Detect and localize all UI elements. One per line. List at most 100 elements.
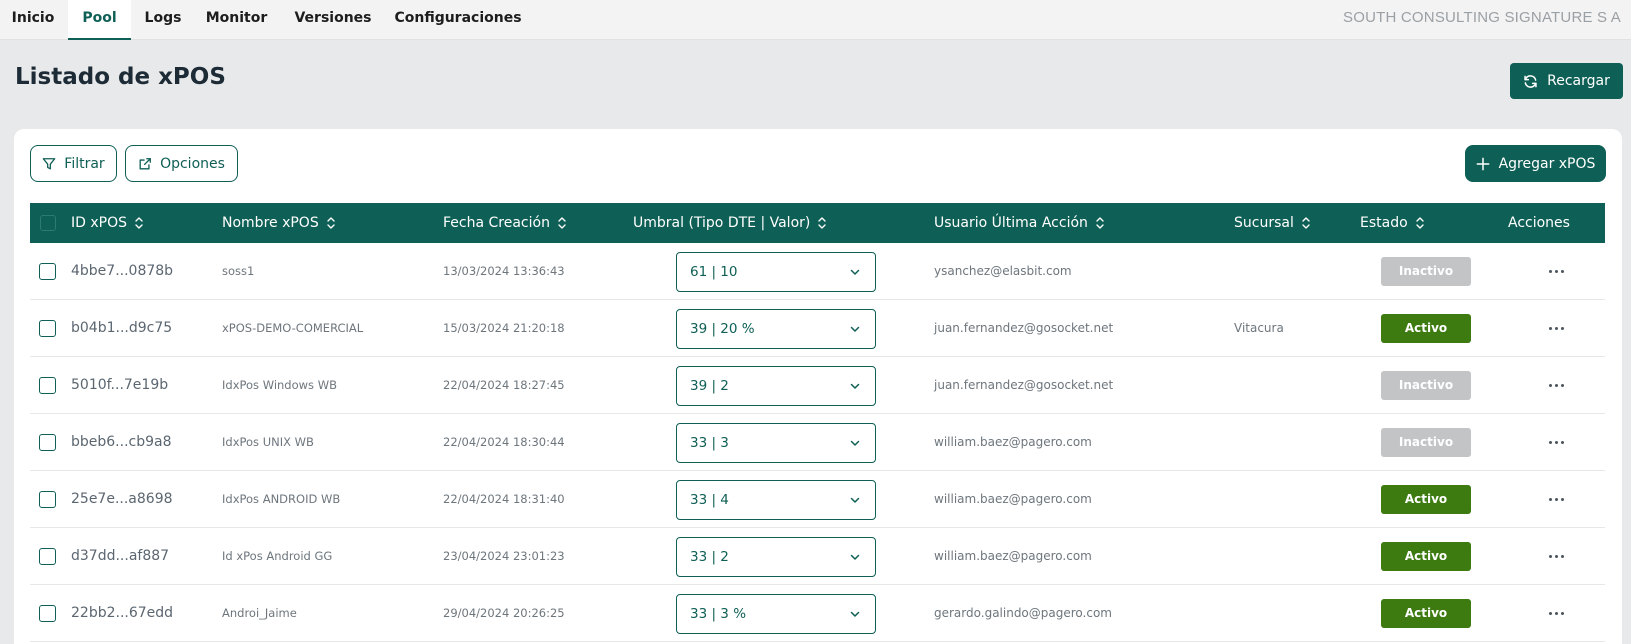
xpos-name: xPOS-DEMO-COMERCIAL [222, 321, 364, 335]
xpos-name: IdxPos ANDROID WB [222, 492, 341, 506]
tab-pool[interactable]: Pool [68, 0, 131, 40]
top-nav: Inicio Pool Logs Monitor Versiones Confi… [0, 0, 1631, 40]
table-row: d37dd...af887 Id xPos Android GG 23/04/2… [30, 528, 1605, 585]
xpos-name: Id xPos Android GG [222, 549, 333, 563]
more-actions-icon[interactable] [1544, 603, 1568, 623]
more-actions-icon[interactable] [1544, 318, 1568, 338]
add-xpos-label: Agregar xPOS [1498, 155, 1596, 172]
more-actions-icon[interactable] [1544, 489, 1568, 509]
more-actions-icon[interactable] [1544, 432, 1568, 452]
company-name: SOUTH CONSULTING SIGNATURE S A [1343, 9, 1621, 26]
sort-icon [818, 217, 827, 229]
creation-date: 29/04/2024 20:26:25 [443, 606, 565, 620]
row-checkbox[interactable] [39, 263, 56, 280]
col-id[interactable]: ID xPOS [71, 203, 144, 243]
filter-icon [42, 157, 56, 169]
col-actions-label: Acciones [1508, 215, 1570, 231]
col-state-label: Estado [1360, 215, 1408, 231]
umbral-select[interactable]: 61 | 10 [676, 252, 876, 292]
last-action-user: juan.fernandez@gosocket.net [934, 378, 1114, 392]
more-actions-icon[interactable] [1544, 546, 1568, 566]
table-row: 25e7e...a8698 IdxPos ANDROID WB 22/04/20… [30, 471, 1605, 528]
col-user[interactable]: Usuario Última Acción [934, 203, 1105, 243]
last-action-user: juan.fernandez@gosocket.net [934, 321, 1114, 335]
umbral-value: 39 | 20 % [690, 321, 755, 337]
col-date[interactable]: Fecha Creación [443, 203, 567, 243]
creation-date: 22/04/2024 18:30:44 [443, 435, 565, 449]
last-action-user: william.baez@pagero.com [934, 549, 1092, 563]
creation-date: 23/04/2024 23:01:23 [443, 549, 565, 563]
umbral-select[interactable]: 39 | 2 [676, 366, 876, 406]
last-action-user: william.baez@pagero.com [934, 435, 1092, 449]
tab-logs[interactable]: Logs [131, 0, 195, 40]
col-umbral[interactable]: Umbral (Tipo DTE | Valor) [633, 203, 827, 243]
sort-icon [327, 217, 335, 229]
col-user-label: Usuario Última Acción [934, 215, 1088, 231]
last-action-user: ysanchez@elasbit.com [934, 264, 1072, 278]
status-badge: Inactivo [1381, 257, 1471, 286]
status-badge: Activo [1381, 599, 1471, 628]
col-umbral-label: Umbral (Tipo DTE | Valor) [633, 215, 811, 231]
tab-monitor[interactable]: Monitor [199, 0, 274, 40]
row-checkbox[interactable] [39, 320, 56, 337]
umbral-value: 33 | 3 [690, 435, 729, 451]
umbral-select[interactable]: 33 | 3 % [676, 594, 876, 634]
row-checkbox[interactable] [39, 434, 56, 451]
select-all-checkbox[interactable] [40, 215, 56, 231]
filter-label: Filtrar [64, 155, 105, 172]
row-checkbox[interactable] [39, 605, 56, 622]
add-xpos-button[interactable]: Agregar xPOS [1465, 145, 1606, 182]
umbral-select[interactable]: 33 | 3 [676, 423, 876, 463]
refresh-icon [1524, 74, 1537, 88]
umbral-select[interactable]: 33 | 2 [676, 537, 876, 577]
branch: Vitacura [1234, 321, 1284, 335]
options-label: Opciones [160, 155, 225, 172]
status-badge: Activo [1381, 485, 1471, 514]
status-badge: Inactivo [1381, 428, 1471, 457]
xpos-id: 4bbe7...0878b [71, 263, 174, 279]
xpos-id: b04b1...d9c75 [71, 320, 173, 336]
xpos-id: 5010f...7e19b [71, 377, 169, 393]
table-row: 4bbe7...0878b soss1 13/03/2024 13:36:43 … [30, 243, 1605, 300]
sort-icon [1415, 217, 1424, 229]
chevron-down-icon [850, 440, 860, 446]
umbral-value: 39 | 2 [690, 378, 729, 394]
reload-button[interactable]: Recargar [1510, 63, 1623, 99]
tab-inicio[interactable]: Inicio [0, 0, 66, 40]
xpos-id: bbeb6...cb9a8 [71, 434, 172, 450]
status-badge: Activo [1381, 314, 1471, 343]
col-branch[interactable]: Sucursal [1234, 203, 1311, 243]
col-branch-label: Sucursal [1234, 215, 1294, 231]
creation-date: 13/03/2024 13:36:43 [443, 264, 565, 278]
row-checkbox[interactable] [39, 377, 56, 394]
chevron-down-icon [850, 383, 860, 389]
filter-button[interactable]: Filtrar [30, 145, 117, 182]
table-header: ID xPOS Nombre xPOS Fecha Creación Umbra… [30, 203, 1605, 243]
umbral-value: 33 | 4 [690, 492, 729, 508]
umbral-value: 61 | 10 [690, 264, 738, 280]
col-name[interactable]: Nombre xPOS [222, 203, 336, 243]
umbral-select[interactable]: 39 | 20 % [676, 309, 876, 349]
row-checkbox[interactable] [39, 491, 56, 508]
tab-configuraciones[interactable]: Configuraciones [394, 0, 522, 40]
table-row: 5010f...7e19b IdxPos Windows WB 22/04/20… [30, 357, 1605, 414]
row-checkbox[interactable] [39, 548, 56, 565]
page-title: Listado de xPOS [15, 64, 226, 90]
umbral-select[interactable]: 33 | 4 [676, 480, 876, 520]
xpos-name: IdxPos UNIX WB [222, 435, 314, 449]
more-actions-icon[interactable] [1544, 375, 1568, 395]
xpos-name: soss1 [222, 264, 255, 278]
col-actions: Acciones [1508, 203, 1570, 243]
chevron-down-icon [850, 326, 860, 332]
xpos-name: IdxPos Windows WB [222, 378, 337, 392]
col-state[interactable]: Estado [1360, 203, 1425, 243]
umbral-value: 33 | 2 [690, 549, 729, 565]
creation-date: 22/04/2024 18:31:40 [443, 492, 565, 506]
chevron-down-icon [850, 554, 860, 560]
options-button[interactable]: Opciones [125, 145, 238, 182]
more-actions-icon[interactable] [1544, 261, 1568, 281]
creation-date: 15/03/2024 21:20:18 [443, 321, 565, 335]
sort-icon [1302, 217, 1310, 229]
xpos-id: d37dd...af887 [71, 548, 170, 564]
tab-versiones[interactable]: Versiones [290, 0, 376, 40]
